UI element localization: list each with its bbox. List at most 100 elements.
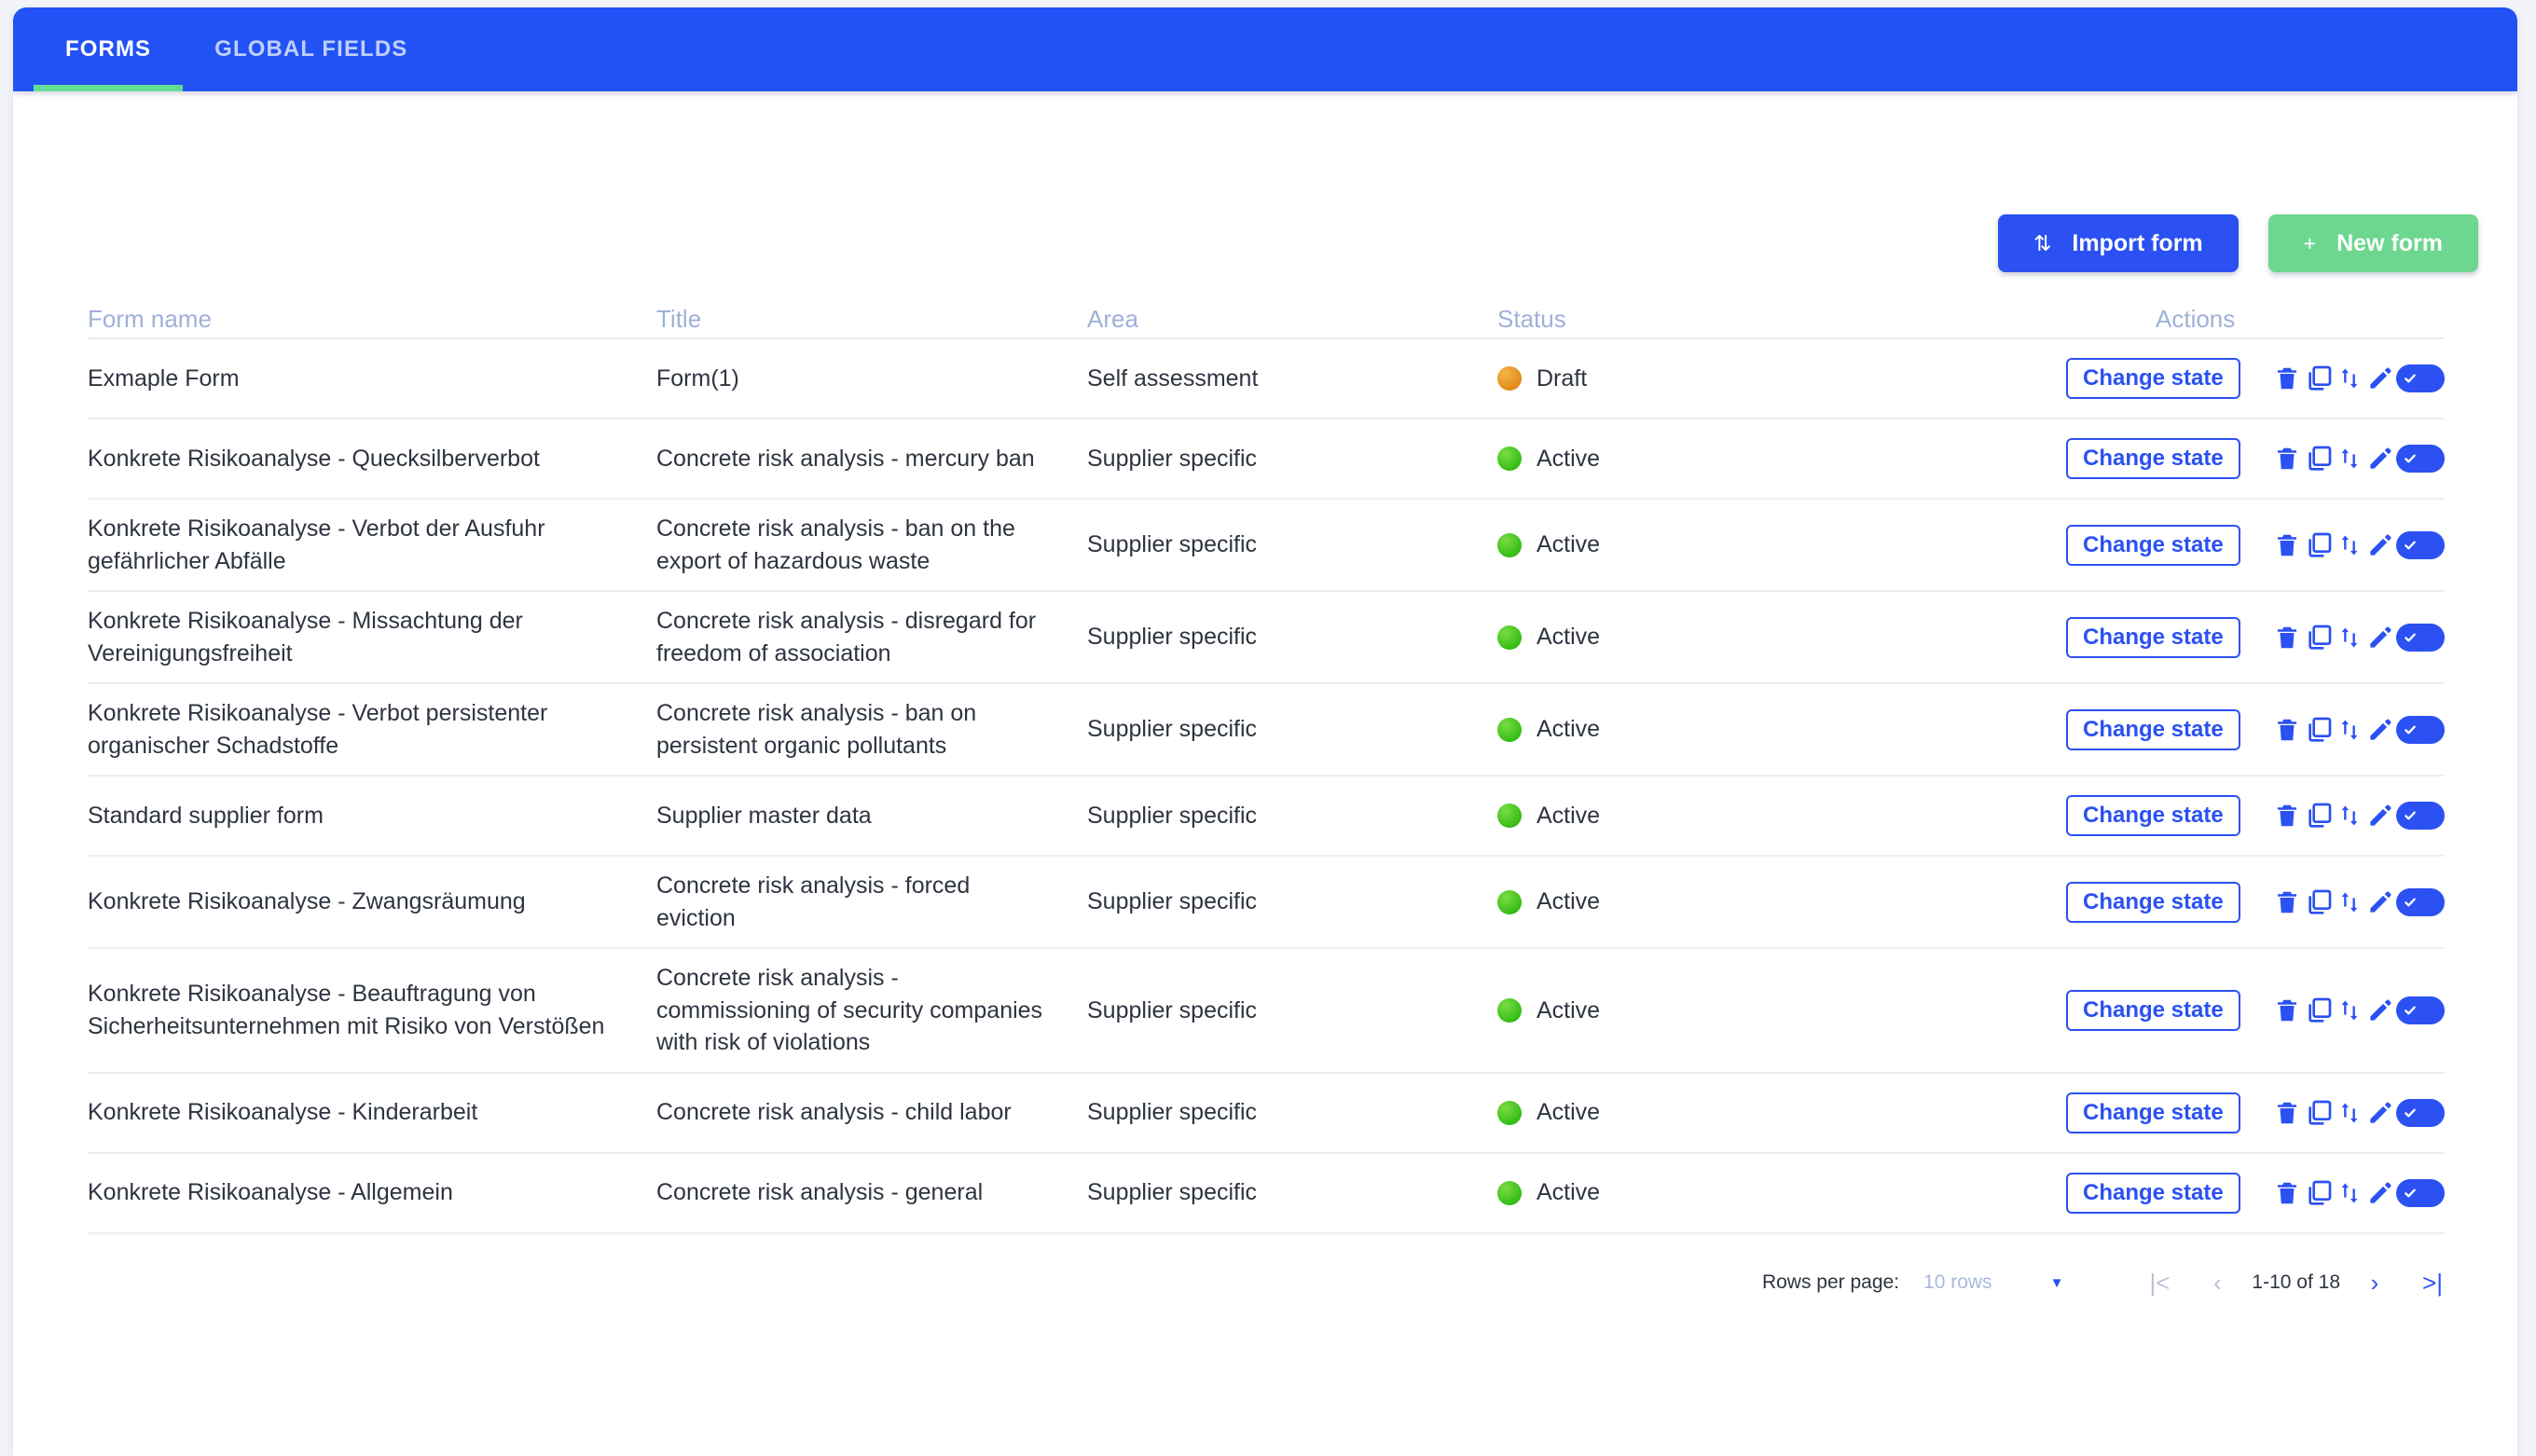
- status-dot-active-icon: [1497, 997, 1522, 1023]
- duplicate-icon[interactable]: [2303, 1169, 2334, 1217]
- active-toggle[interactable]: [2396, 1169, 2446, 1217]
- active-toggle[interactable]: [2396, 354, 2446, 403]
- export-icon[interactable]: [2334, 354, 2364, 403]
- table-row[interactable]: Konkrete Risikoanalyse - Missachtung der…: [88, 592, 2446, 684]
- content-card: FORMS GLOBAL FIELDS ⇅ Import form + New …: [13, 7, 2517, 1456]
- edit-icon[interactable]: [2365, 791, 2396, 840]
- delete-icon[interactable]: [2272, 1169, 2303, 1217]
- cell-status: Active: [1497, 430, 2066, 488]
- delete-icon[interactable]: [2272, 521, 2303, 570]
- table-row[interactable]: Konkrete Risikoanalyse - Allgemein Concre…: [88, 1154, 2446, 1234]
- delete-icon[interactable]: [2272, 613, 2303, 662]
- change-state-button[interactable]: Change state: [2066, 438, 2240, 479]
- table-row[interactable]: Exmaple Form Form(1) Self assessment Draft C…: [88, 339, 2446, 419]
- delete-icon[interactable]: [2272, 1089, 2303, 1137]
- status-label: Active: [1537, 802, 1601, 829]
- table-row[interactable]: Konkrete Risikoanalyse - Verbot persiste…: [88, 684, 2446, 776]
- tab-forms[interactable]: FORMS: [34, 7, 184, 91]
- status-label: Active: [1537, 531, 1601, 558]
- export-icon[interactable]: [2334, 1169, 2364, 1217]
- cell-status: Active: [1497, 608, 2066, 666]
- export-icon[interactable]: [2334, 613, 2364, 662]
- cell-form-name: Konkrete Risikoanalyse - Verbot persiste…: [88, 700, 548, 759]
- status-label: Active: [1537, 445, 1601, 472]
- duplicate-icon[interactable]: [2303, 791, 2334, 840]
- duplicate-icon[interactable]: [2303, 986, 2334, 1035]
- table-row[interactable]: Konkrete Risikoanalyse - Verbot der Ausf…: [88, 500, 2446, 592]
- tab-global-fields-label: GLOBAL FIELDS: [214, 36, 408, 62]
- delete-icon[interactable]: [2272, 354, 2303, 403]
- first-page-button[interactable]: |<: [2130, 1258, 2188, 1307]
- edit-icon[interactable]: [2365, 521, 2396, 570]
- tab-global-fields[interactable]: GLOBAL FIELDS: [183, 7, 439, 91]
- change-state-button[interactable]: Change state: [2066, 358, 2240, 399]
- change-state-button[interactable]: Change state: [2066, 989, 2240, 1031]
- active-toggle[interactable]: [2396, 613, 2446, 662]
- duplicate-icon[interactable]: [2303, 354, 2334, 403]
- table-row[interactable]: Konkrete Risikoanalyse - Beauftragung vo…: [88, 949, 2446, 1074]
- active-toggle[interactable]: [2396, 986, 2446, 1035]
- cell-actions: Change state: [2066, 341, 2446, 416]
- active-toggle[interactable]: [2396, 1089, 2446, 1137]
- duplicate-icon[interactable]: [2303, 878, 2334, 927]
- change-state-button[interactable]: Change state: [2066, 795, 2240, 836]
- table-row[interactable]: Konkrete Risikoanalyse - Zwangsräumung Co…: [88, 857, 2446, 949]
- change-state-button[interactable]: Change state: [2066, 616, 2240, 658]
- active-toggle[interactable]: [2396, 706, 2446, 754]
- export-icon[interactable]: [2334, 521, 2364, 570]
- export-icon[interactable]: [2334, 434, 2364, 483]
- new-form-button[interactable]: + New form: [2267, 214, 2478, 272]
- duplicate-icon[interactable]: [2303, 706, 2334, 754]
- cell-area: Supplier specific: [1087, 716, 1258, 743]
- import-form-button[interactable]: ⇅ Import form: [1998, 214, 2239, 272]
- change-state-button[interactable]: Change state: [2066, 881, 2240, 923]
- active-toggle[interactable]: [2396, 791, 2446, 840]
- edit-icon[interactable]: [2365, 354, 2396, 403]
- edit-icon[interactable]: [2365, 434, 2396, 483]
- edit-icon[interactable]: [2365, 878, 2396, 927]
- cell-area: Supplier specific: [1087, 996, 1258, 1023]
- edit-icon[interactable]: [2365, 1169, 2396, 1217]
- column-header-title: Title: [656, 305, 702, 333]
- edit-icon[interactable]: [2365, 613, 2396, 662]
- export-icon[interactable]: [2334, 986, 2364, 1035]
- change-state-button[interactable]: Change state: [2066, 708, 2240, 750]
- rows-per-page-select[interactable]: 10 rows ▼: [1923, 1271, 2063, 1294]
- change-state-button[interactable]: Change state: [2066, 1092, 2240, 1133]
- cell-form-name: Konkrete Risikoanalyse - Quecksilberverb…: [88, 445, 540, 472]
- cell-area: Supplier specific: [1087, 1099, 1258, 1126]
- change-state-button[interactable]: Change state: [2066, 1172, 2240, 1214]
- delete-icon[interactable]: [2272, 791, 2303, 840]
- delete-icon[interactable]: [2272, 986, 2303, 1035]
- prev-page-button[interactable]: ‹: [2188, 1258, 2246, 1307]
- last-page-button[interactable]: >|: [2404, 1258, 2461, 1307]
- export-icon[interactable]: [2334, 1089, 2364, 1137]
- table-row[interactable]: Standard supplier form Supplier master da…: [88, 776, 2446, 857]
- duplicate-icon[interactable]: [2303, 434, 2334, 483]
- active-toggle[interactable]: [2396, 521, 2446, 570]
- export-icon[interactable]: [2334, 791, 2364, 840]
- table-row[interactable]: Konkrete Risikoanalyse - Kinderarbeit Con…: [88, 1074, 2446, 1154]
- delete-icon[interactable]: [2272, 434, 2303, 483]
- cell-area: Supplier specific: [1087, 624, 1258, 651]
- delete-icon[interactable]: [2272, 706, 2303, 754]
- cell-title: Form(1): [656, 364, 739, 391]
- next-page-button[interactable]: ›: [2346, 1258, 2404, 1307]
- duplicate-icon[interactable]: [2303, 1089, 2334, 1137]
- duplicate-icon[interactable]: [2303, 613, 2334, 662]
- active-toggle[interactable]: [2396, 434, 2446, 483]
- edit-icon[interactable]: [2365, 986, 2396, 1035]
- edit-icon[interactable]: [2365, 706, 2396, 754]
- edit-icon[interactable]: [2365, 1089, 2396, 1137]
- cell-title: Concrete risk analysis - disregard for f…: [656, 608, 1037, 666]
- duplicate-icon[interactable]: [2303, 521, 2334, 570]
- column-header-actions: Actions: [2156, 305, 2236, 333]
- export-icon[interactable]: [2334, 706, 2364, 754]
- change-state-button[interactable]: Change state: [2066, 524, 2240, 566]
- export-icon[interactable]: [2334, 878, 2364, 927]
- pagination: Rows per page: 10 rows ▼ |< ‹ 1-10 of 18…: [1762, 1258, 2461, 1307]
- delete-icon[interactable]: [2272, 878, 2303, 927]
- table-row[interactable]: Konkrete Risikoanalyse - Quecksilberverb…: [88, 419, 2446, 500]
- cell-status: Active: [1497, 982, 2066, 1040]
- active-toggle[interactable]: [2396, 878, 2446, 927]
